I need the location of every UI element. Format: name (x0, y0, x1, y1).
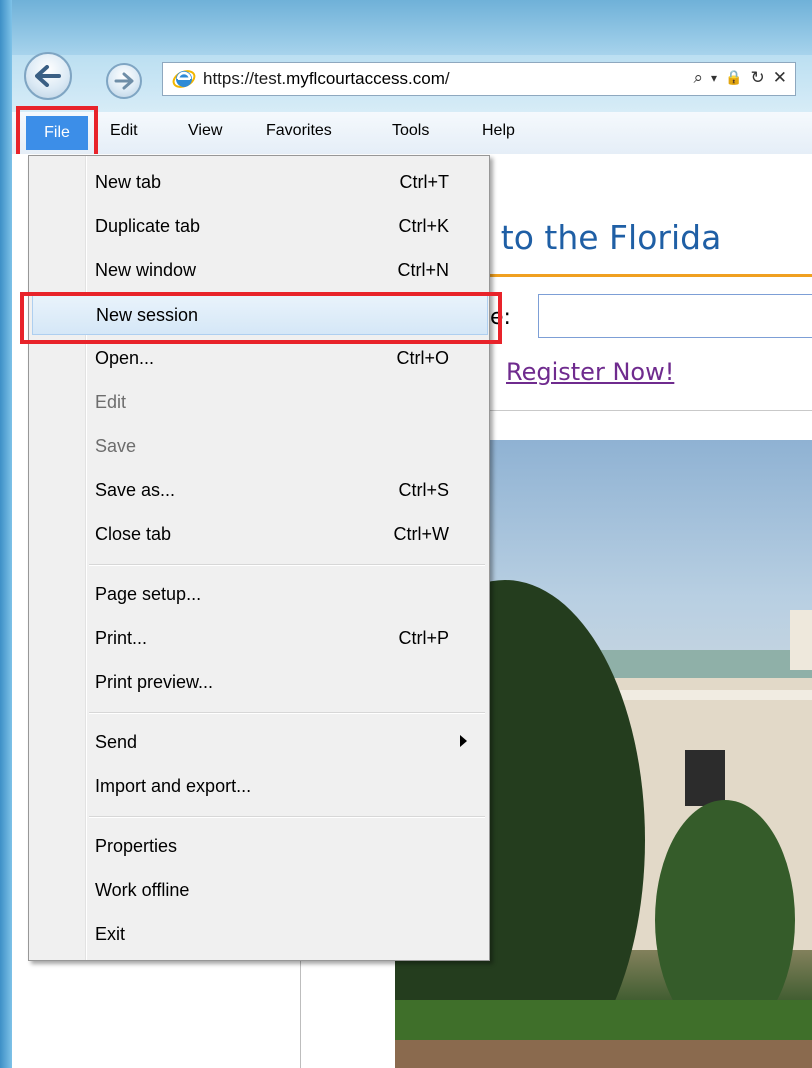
submenu-arrow-icon (460, 735, 467, 747)
menu-item-label: Edit (95, 392, 127, 412)
menu-item-label: Exit (95, 924, 126, 944)
menu-item-shortcut: Ctrl+S (398, 480, 449, 500)
menu-bar: Edit View Favorites Tools Help (12, 112, 812, 155)
address-bar[interactable]: https://test.myflcourtaccess.com/ ⌕ ▾ 🔒 … (162, 62, 796, 96)
menu-item-shortcut: Ctrl+O (396, 348, 449, 368)
menu-item-label: Close tab (95, 524, 172, 544)
ie-logo-icon (171, 68, 197, 90)
file-menu-dropdown: New tab Ctrl+T Duplicate tab Ctrl+K New … (28, 155, 490, 961)
menu-item-send[interactable]: Send (29, 722, 489, 762)
menu-item-label: Save (95, 436, 137, 456)
menu-item-shortcut: Ctrl+W (393, 524, 450, 544)
menu-item-properties[interactable]: Properties (29, 826, 489, 866)
menu-view[interactable]: View (188, 122, 222, 140)
menu-item-work-offline[interactable]: Work offline (29, 870, 489, 910)
menu-item-label: New window (95, 260, 197, 280)
address-url: https://test.myflcourtaccess.com/ (203, 69, 450, 89)
menu-favorites[interactable]: Favorites (266, 122, 332, 140)
menu-item-edit: Edit (29, 382, 489, 422)
menu-item-exit[interactable]: Exit (29, 914, 489, 954)
menu-item-new-tab[interactable]: New tab Ctrl+T (29, 162, 489, 202)
address-tools: ⌕ ▾ 🔒 ↻ ✕ (694, 68, 788, 88)
menu-item-label: Duplicate tab (95, 216, 201, 236)
menu-item-print-preview[interactable]: Print preview... (29, 662, 489, 702)
title-bar (12, 0, 812, 55)
menu-item-new-session[interactable]: New session (32, 295, 488, 335)
menu-item-label: Open... (95, 348, 155, 368)
menu-item-label: Page setup... (95, 584, 202, 604)
menu-item-close-tab[interactable]: Close tab Ctrl+W (29, 514, 489, 554)
search-icon[interactable]: ⌕ (694, 68, 704, 88)
arrow-right-icon (114, 72, 134, 90)
menu-item-shortcut: Ctrl+N (397, 260, 449, 280)
menu-item-label: Work offline (95, 880, 190, 900)
menu-item-import-export[interactable]: Import and export... (29, 766, 489, 806)
menu-item-new-window[interactable]: New window Ctrl+N (29, 250, 489, 290)
window-frame-left (0, 0, 12, 1068)
menu-item-label: Save as... (95, 480, 176, 500)
url-domain: myflcourtaccess.com (286, 69, 445, 88)
menu-item-shortcut: Ctrl+P (398, 628, 449, 648)
menu-item-save-as[interactable]: Save as... Ctrl+S (29, 470, 489, 510)
menu-item-page-setup[interactable]: Page setup... (29, 574, 489, 614)
url-suffix: / (444, 69, 450, 88)
menu-item-duplicate-tab[interactable]: Duplicate tab Ctrl+K (29, 206, 489, 246)
menu-item-label: Print preview... (95, 672, 214, 692)
menu-item-label: Properties (95, 836, 178, 856)
menu-item-label: Send (95, 732, 138, 752)
menu-item-label: Print... (95, 628, 148, 648)
menu-item-label: Import and export... (95, 776, 252, 796)
url-prefix: https://test. (203, 69, 287, 88)
menu-item-shortcut: Ctrl+T (399, 172, 450, 192)
menu-separator (89, 712, 485, 714)
menu-item-open[interactable]: Open... Ctrl+O (29, 338, 489, 378)
menu-item-label: New session (96, 305, 199, 325)
menu-edit[interactable]: Edit (110, 122, 138, 140)
chevron-down-icon[interactable]: ▾ (711, 71, 717, 85)
username-label: e: (490, 305, 511, 330)
menu-item-shortcut: Ctrl+K (398, 216, 449, 236)
menu-separator (89, 816, 485, 818)
menu-separator (89, 564, 485, 566)
forward-button[interactable] (106, 63, 142, 99)
lock-icon[interactable]: 🔒 (725, 70, 742, 86)
menu-item-label: New tab (95, 172, 162, 192)
back-button[interactable] (24, 52, 72, 100)
menu-help[interactable]: Help (482, 122, 515, 140)
close-icon[interactable]: ✕ (773, 68, 787, 88)
menu-item-print[interactable]: Print... Ctrl+P (29, 618, 489, 658)
welcome-heading: e to the Florida (470, 218, 722, 257)
menu-file[interactable]: File (26, 116, 88, 150)
arrow-left-icon (35, 65, 61, 87)
refresh-icon[interactable]: ↻ (751, 68, 765, 88)
menu-tools[interactable]: Tools (392, 122, 429, 140)
menu-item-save: Save (29, 426, 489, 466)
register-now-link[interactable]: Register Now! (506, 358, 674, 386)
username-input[interactable] (538, 294, 812, 338)
